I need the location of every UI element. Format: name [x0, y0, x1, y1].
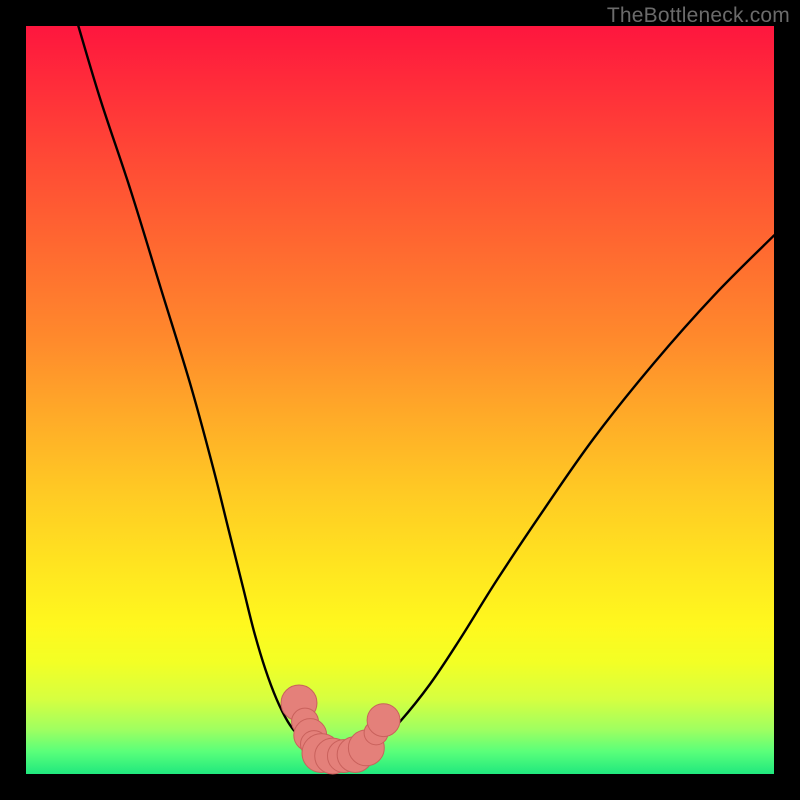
watermark-text: TheBottleneck.com — [607, 4, 790, 28]
outer-frame: TheBottleneck.com — [0, 0, 800, 800]
plot-area — [26, 26, 774, 774]
chart-svg — [26, 26, 774, 774]
right-curve — [363, 235, 774, 755]
left-curve — [78, 26, 321, 755]
valley-markers — [281, 685, 400, 774]
